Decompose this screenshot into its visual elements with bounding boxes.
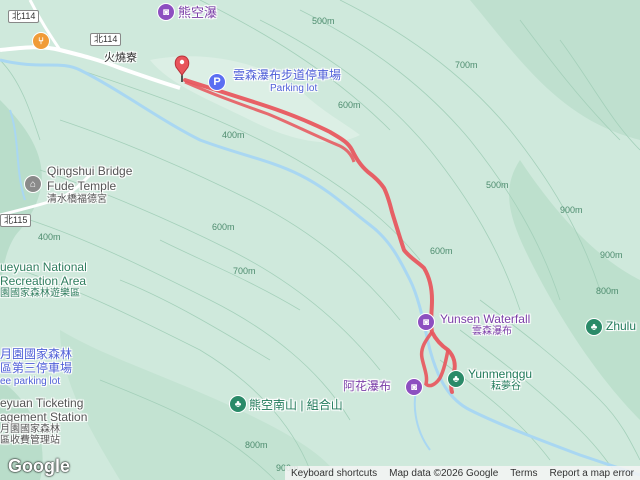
elevation-label: 400m [38,232,61,242]
yunmenggu-label-zh[interactable]: 耘夢谷 [491,382,521,392]
elevation-label: 600m [430,246,453,256]
park-icon-2[interactable]: ♣ [229,395,247,413]
qingshui-label-zh[interactable]: 清水橋福德宮 [47,195,107,205]
terms-link[interactable]: Terms [510,468,537,479]
elevation-label: 900m [600,250,623,260]
keyboard-shortcuts-link[interactable]: Keyboard shortcuts [291,468,377,479]
place-label-xiong-kong-falls[interactable]: 熊空瀑 [178,6,217,19]
parking-icon[interactable]: P [208,73,226,91]
parking-label-en[interactable]: Parking lot [270,84,317,94]
waterfall-camera-icon-2[interactable]: ◙ [405,378,423,396]
qingshui-label-en-1[interactable]: Qingshui Bridge [47,165,132,177]
elevation-label: 600m [212,222,235,232]
qingshui-label-en-2[interactable]: Fude Temple [47,180,116,192]
report-error-link[interactable]: Report a map error [550,468,634,479]
temple-icon[interactable]: ⌂ [24,175,42,193]
elevation-label: 800m [596,286,619,296]
elevation-label: 700m [455,60,478,70]
map-data-attribution: Map data ©2026 Google [389,467,499,479]
elevation-label: 600m [338,100,361,110]
road-shield-north114-b: 北114 [90,33,122,46]
dongyan-label-zh[interactable]: 園國家森林遊樂區 [0,289,80,299]
map-footer: Keyboard shortcuts Map data ©2026 Google… [284,466,640,480]
parking-label-zh[interactable]: 雲森瀑布步道停車場 [233,69,341,81]
ticketing-label-en-2[interactable]: agement Station [0,411,87,423]
elevation-label: 500m [312,16,335,26]
third-lot-label-zh-1[interactable]: 月園國家森林 [0,348,72,360]
elevation-label: 800m [245,440,268,450]
ahua-waterfall-label[interactable]: 阿花瀑布 [343,380,391,392]
xiongkong-south-label[interactable]: 熊空南山 | 組合山 [249,399,343,411]
restaurant-icon[interactable]: ⑂ [32,32,50,50]
ticketing-label-en-1[interactable]: eyuan Ticketing [0,397,83,409]
camera-icon[interactable]: ◙ [157,3,175,21]
elevation-label: 500m [486,180,509,190]
yunsen-waterfall-label-zh[interactable]: 雲森瀑布 [472,327,512,337]
waterfall-camera-icon[interactable]: ◙ [417,313,435,331]
park-icon[interactable]: ♣ [447,370,465,388]
ticketing-label-zh-1[interactable]: 月園國家森林 [0,425,60,435]
elevation-label: 700m [233,266,256,276]
elevation-label: 400m [222,130,245,140]
dongyan-label-en-2[interactable]: Recreation Area [0,275,86,287]
yunmenggu-label-en[interactable]: Yunmenggu [468,368,532,380]
google-logo: Google [8,456,70,477]
elevation-label: 900m [560,205,583,215]
yunsen-waterfall-label-en[interactable]: Yunsen Waterfall [440,313,530,325]
park-icon-3[interactable]: ♣ [585,318,603,336]
road-shield-north115: 北115 [0,214,32,227]
ticketing-label-zh-2[interactable]: 區收費管理站 [0,436,60,446]
google-logo-text: Google [8,456,70,476]
place-label-huo-shao-liao: 火燒寮 [104,52,137,64]
dongyan-label-en-1[interactable]: ueyuan National [0,261,87,273]
zhulu-label[interactable]: Zhulu [606,320,636,332]
third-lot-label-en[interactable]: ee parking lot [0,377,60,387]
road-shield-north114-a: 北114 [8,10,40,23]
third-lot-label-zh-2[interactable]: 區第三停車場 [0,362,72,374]
